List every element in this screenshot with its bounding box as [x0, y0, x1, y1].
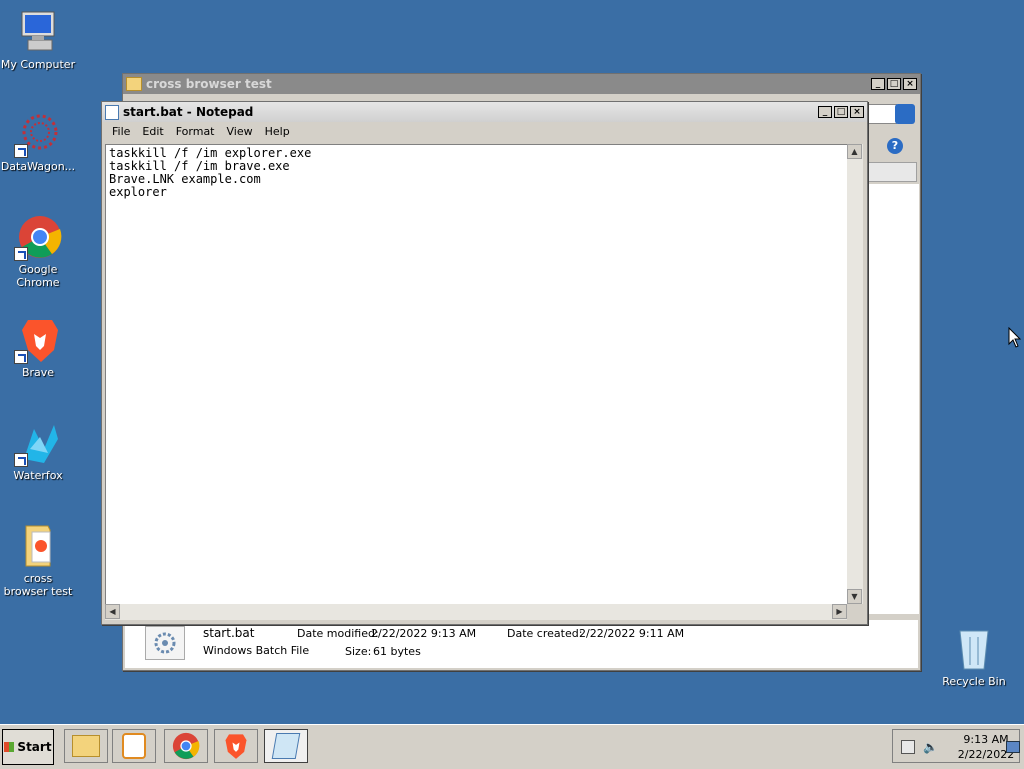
notepad-window[interactable]: start.bat - Notepad _ □ × File Edit Form…	[101, 101, 868, 625]
explorer-search-box[interactable]	[867, 104, 897, 124]
scroll-down-button[interactable]: ▼	[847, 589, 862, 604]
volume-icon[interactable]: 🔈	[923, 740, 938, 754]
my-computer-icon	[14, 8, 62, 56]
explorer-titlebar[interactable]: cross browser test _ □ ×	[123, 74, 920, 94]
menu-edit[interactable]: Edit	[136, 125, 169, 138]
folder-icon	[72, 735, 100, 757]
waterfox-icon	[14, 419, 62, 467]
desktop-icon-label: Recycle Bin	[942, 675, 1006, 688]
menu-format[interactable]: Format	[170, 125, 221, 138]
windows-logo-icon	[4, 742, 15, 752]
desktop-icon-label: My Computer	[0, 58, 76, 71]
details-modified-value: 2/22/2022 9:13 AM	[371, 627, 477, 640]
notepad-titlebar[interactable]: start.bat - Notepad _ □ ×	[102, 102, 867, 122]
scroll-left-button[interactable]: ◀	[105, 604, 120, 619]
scroll-right-button[interactable]: ▶	[832, 604, 847, 619]
media-player-icon	[122, 733, 146, 759]
scroll-up-button[interactable]: ▲	[847, 144, 862, 159]
folder-icon	[126, 77, 142, 91]
network-icon[interactable]	[901, 740, 915, 754]
brave-icon	[14, 316, 62, 364]
file-list-pane[interactable]	[867, 184, 919, 614]
menu-file[interactable]: File	[106, 125, 136, 138]
minimize-button[interactable]: _	[871, 78, 885, 90]
details-created-label: Date created:	[507, 627, 583, 640]
horizontal-scrollbar[interactable]: ◀ ▶	[105, 604, 847, 620]
minimize-button[interactable]: _	[818, 106, 832, 118]
taskbar-media-player-button[interactable]	[112, 729, 156, 763]
desktop-icon-label: Waterfox	[13, 469, 63, 482]
chrome-icon	[14, 213, 62, 261]
notepad-title: start.bat - Notepad	[123, 105, 254, 119]
close-button[interactable]: ×	[850, 106, 864, 118]
desktop-icon-google-chrome[interactable]: Google Chrome	[0, 213, 76, 289]
details-file-name: start.bat	[203, 626, 255, 640]
start-button[interactable]: Start	[2, 729, 54, 765]
desktop-icon-waterfox[interactable]: Waterfox	[0, 419, 76, 482]
desktop-icon-label: Google Chrome	[16, 263, 60, 289]
taskbar-chrome-button[interactable]	[164, 729, 208, 763]
desktop-icon-label: Brave	[21, 366, 55, 379]
desktop-icon-label: DataWagon...	[0, 160, 76, 173]
show-desktop-icon[interactable]	[1006, 741, 1020, 753]
details-size-label: Size:	[345, 645, 372, 658]
shortcut-arrow-icon	[14, 350, 28, 364]
shortcut-arrow-icon	[14, 247, 28, 261]
desktop-icon-recycle-bin[interactable]: Recycle Bin	[936, 625, 1012, 688]
system-tray: 🔈 9:13 AM 2/22/2022	[892, 729, 1020, 763]
notepad-menubar: File Edit Format View Help	[102, 122, 867, 140]
brave-icon	[225, 734, 247, 759]
column-header[interactable]	[867, 162, 917, 182]
chrome-icon	[172, 732, 200, 760]
desktop-icon-brave[interactable]: Brave	[0, 316, 76, 379]
resize-grip[interactable]	[847, 604, 863, 620]
desktop-icon-cross-browser-test[interactable]: cross browser test	[0, 522, 76, 598]
desktop-icon-datawagon[interactable]: DataWagon...	[0, 110, 76, 173]
notepad-icon	[271, 733, 301, 759]
shortcut-arrow-icon	[14, 144, 28, 158]
mouse-cursor-icon	[1008, 326, 1022, 352]
datawagon-icon	[14, 110, 62, 158]
taskbar-brave-button[interactable]	[214, 729, 258, 763]
desktop-icon-my-computer[interactable]: My Computer	[0, 8, 76, 71]
taskbar-explorer-button[interactable]	[64, 729, 108, 763]
notepad-text-area[interactable]: taskkill /f /im explorer.exe taskkill /f…	[105, 144, 849, 606]
taskbar-notepad-button[interactable]	[264, 729, 308, 763]
shortcut-arrow-icon	[14, 453, 28, 467]
menu-help[interactable]: Help	[259, 125, 296, 138]
notepad-icon	[105, 104, 119, 120]
start-label: Start	[17, 740, 52, 754]
details-size-value: 61 bytes	[373, 645, 421, 658]
search-icon[interactable]	[895, 104, 915, 124]
menu-view[interactable]: View	[221, 125, 259, 138]
desktop-icon-label: cross browser test	[3, 572, 73, 598]
maximize-button[interactable]: □	[834, 106, 848, 118]
explorer-title: cross browser test	[146, 77, 272, 91]
taskbar: Start 🔈 9:13 AM 2/22/2022	[0, 724, 1024, 769]
details-modified-label: Date modified:	[297, 627, 379, 640]
vertical-scrollbar[interactable]: ▲ ▼	[847, 144, 863, 604]
details-file-type: Windows Batch File	[203, 644, 310, 657]
notepad-content[interactable]: taskkill /f /im explorer.exe taskkill /f…	[106, 145, 848, 201]
folder-icon	[14, 522, 62, 570]
batch-file-icon	[145, 626, 185, 660]
help-icon[interactable]: ?	[887, 138, 903, 154]
details-pane: start.bat Windows Batch File Date modifi…	[125, 620, 918, 668]
maximize-button[interactable]: □	[887, 78, 901, 90]
recycle-bin-icon	[950, 625, 998, 673]
details-created-value: 2/22/2022 9:11 AM	[579, 627, 685, 640]
close-button[interactable]: ×	[903, 78, 917, 90]
